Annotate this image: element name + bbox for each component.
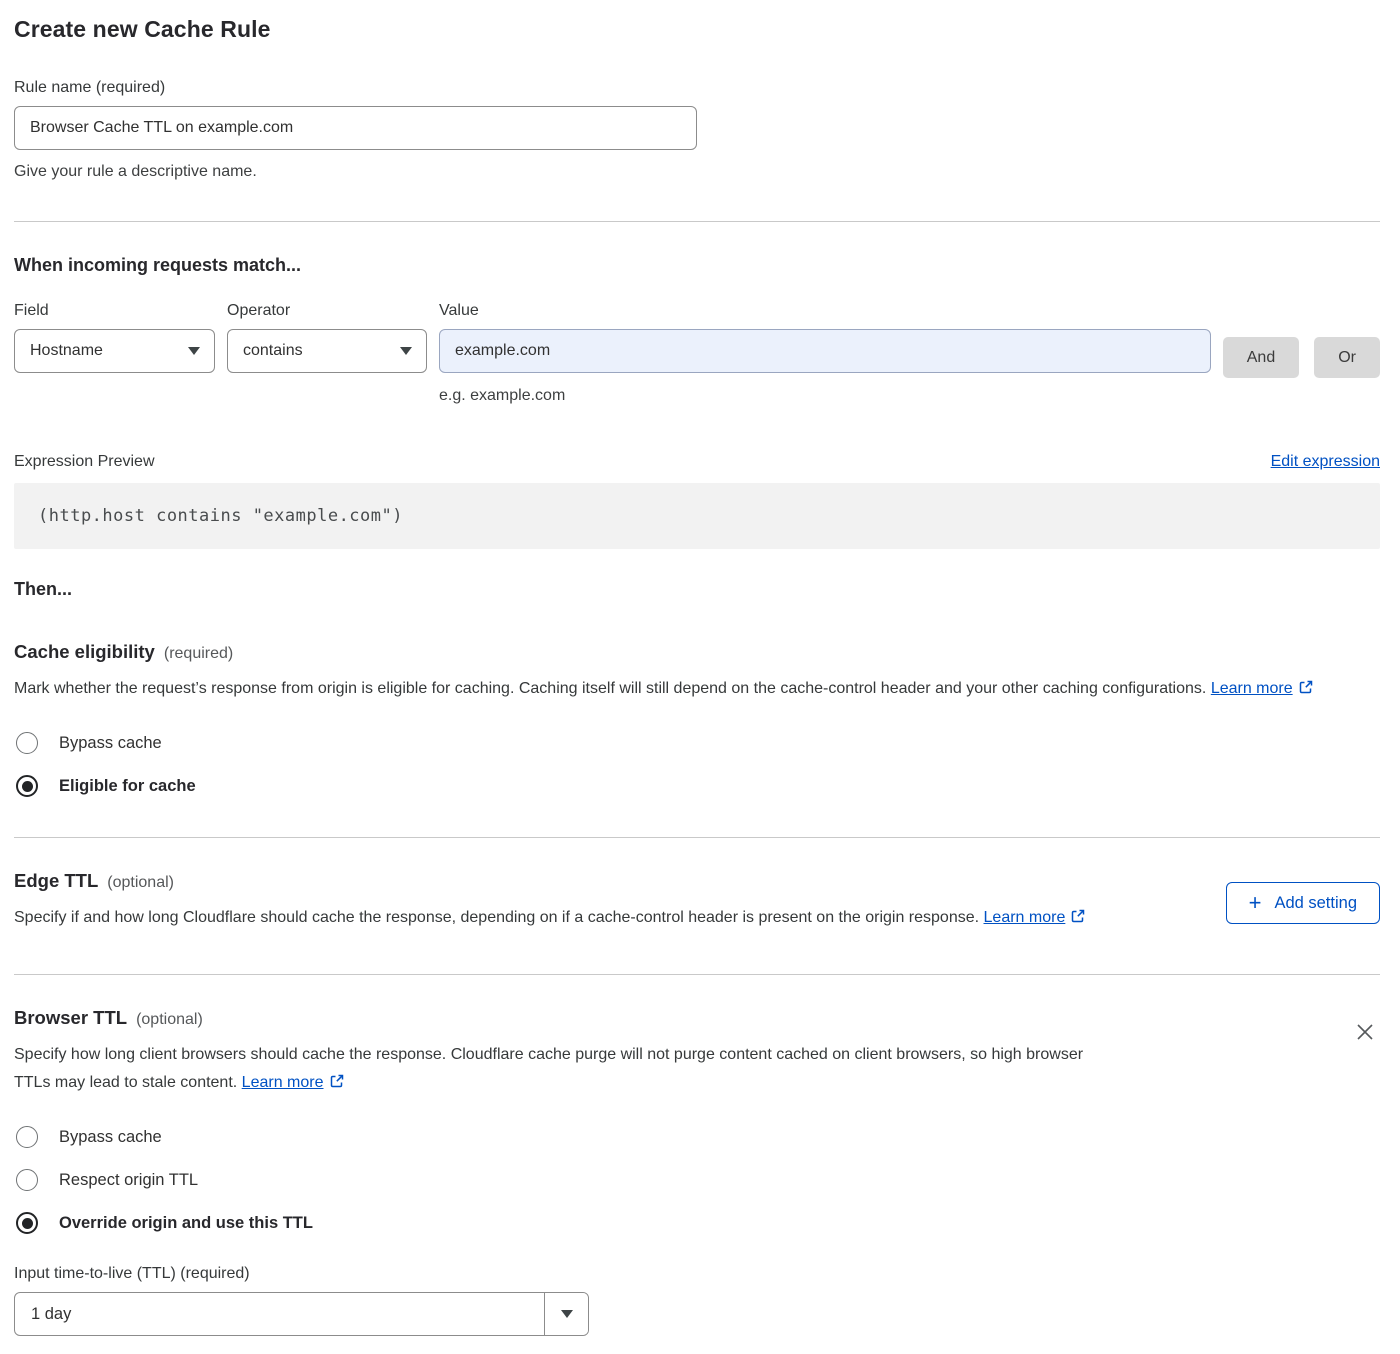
close-icon <box>1354 1021 1376 1043</box>
expression-header: Expression Preview Edit expression <box>14 453 1380 471</box>
radio-icon[interactable] <box>16 1126 38 1148</box>
learn-more-link[interactable]: Learn more <box>1211 680 1293 697</box>
remove-browser-ttl-button[interactable] <box>1350 1017 1380 1047</box>
external-link-icon <box>1070 906 1086 934</box>
edge-ttl-title: Edge TTL <box>14 870 98 892</box>
browser-ttl-title: Browser TTL <box>14 1007 127 1029</box>
optional-tag: (optional) <box>136 1011 203 1029</box>
browser-ttl-section: Browser TTL (optional) Specify how long … <box>14 975 1380 1099</box>
expression-code: (http.host contains "example.com") <box>14 483 1380 549</box>
radio-bypass-cache[interactable]: Bypass cache <box>14 1126 1380 1148</box>
add-setting-button[interactable]: + Add setting <box>1226 882 1380 924</box>
operator-label: Operator <box>227 302 427 320</box>
divider <box>14 221 1380 222</box>
and-button[interactable]: And <box>1223 337 1299 378</box>
radio-respect-origin-ttl[interactable]: Respect origin TTL <box>14 1169 1380 1191</box>
radio-bypass-cache[interactable]: Bypass cache <box>14 732 1380 754</box>
radio-icon[interactable] <box>16 732 38 754</box>
expression-preview-label: Expression Preview <box>14 453 155 471</box>
radio-icon[interactable] <box>16 1169 38 1191</box>
ttl-input-label: Input time-to-live (TTL) (required) <box>14 1265 1380 1283</box>
page-title: Create new Cache Rule <box>14 16 1380 43</box>
andor-buttons: And Or <box>1223 337 1380 405</box>
radio-label: Override origin and use this TTL <box>59 1214 313 1233</box>
field-select[interactable]: Hostname <box>14 329 215 373</box>
cache-eligibility-section: Cache eligibility (required) Mark whethe… <box>14 641 1380 797</box>
field-label: Field <box>14 302 215 320</box>
field-select-value: Hostname <box>30 342 103 360</box>
radio-icon[interactable] <box>16 1212 38 1234</box>
edge-ttl-description-text: Specify if and how long Cloudflare shoul… <box>14 909 979 926</box>
rule-name-help: Give your rule a descriptive name. <box>14 163 1380 181</box>
browser-ttl-description: Specify how long client browsers should … <box>14 1041 1109 1099</box>
chevron-down-icon <box>544 1293 588 1335</box>
or-button[interactable]: Or <box>1314 337 1380 378</box>
value-input[interactable] <box>439 329 1211 373</box>
ttl-select[interactable]: 1 day <box>14 1292 589 1336</box>
match-heading: When incoming requests match... <box>14 255 1380 276</box>
browser-ttl-radio-group: Bypass cache Respect origin TTL Override… <box>14 1126 1380 1234</box>
browser-ttl-description-text: Specify how long client browsers should … <box>14 1046 1083 1091</box>
plus-icon: + <box>1249 892 1262 914</box>
ttl-select-value: 1 day <box>15 1293 544 1335</box>
value-label: Value <box>439 302 1211 320</box>
optional-tag: (optional) <box>107 874 174 892</box>
edit-expression-link[interactable]: Edit expression <box>1271 453 1380 471</box>
radio-override-origin-ttl[interactable]: Override origin and use this TTL <box>14 1212 1380 1234</box>
chevron-down-icon <box>188 347 200 355</box>
radio-icon[interactable] <box>16 775 38 797</box>
create-cache-rule-form: Create new Cache Rule Rule name (require… <box>0 0 1400 1350</box>
value-help: e.g. example.com <box>439 387 1211 405</box>
rule-name-label: Rule name (required) <box>14 79 1380 97</box>
learn-more-link[interactable]: Learn more <box>242 1074 324 1091</box>
operator-select[interactable]: contains <box>227 329 427 373</box>
external-link-icon <box>1298 677 1314 705</box>
learn-more-link[interactable]: Learn more <box>984 909 1066 926</box>
rule-name-input[interactable] <box>14 106 697 150</box>
radio-label: Eligible for cache <box>59 777 196 796</box>
chevron-down-icon <box>400 347 412 355</box>
cache-eligibility-radio-group: Bypass cache Eligible for cache <box>14 732 1380 797</box>
edge-ttl-section: Edge TTL (optional) Specify if and how l… <box>14 838 1380 934</box>
cache-eligibility-title: Cache eligibility <box>14 641 155 663</box>
cache-eligibility-description-text: Mark whether the request’s response from… <box>14 680 1206 697</box>
cache-eligibility-description: Mark whether the request’s response from… <box>14 675 1380 705</box>
radio-eligible-for-cache[interactable]: Eligible for cache <box>14 775 1380 797</box>
radio-label: Bypass cache <box>59 734 162 753</box>
external-link-icon <box>329 1071 345 1099</box>
edge-ttl-description: Specify if and how long Cloudflare shoul… <box>14 904 1109 934</box>
radio-label: Respect origin TTL <box>59 1171 198 1190</box>
then-heading: Then... <box>14 579 1380 600</box>
add-setting-label: Add setting <box>1274 894 1357 913</box>
match-condition-row: Field Hostname Operator contains Value e… <box>14 302 1380 405</box>
radio-label: Bypass cache <box>59 1128 162 1147</box>
operator-select-value: contains <box>243 342 303 360</box>
required-tag: (required) <box>164 645 233 663</box>
